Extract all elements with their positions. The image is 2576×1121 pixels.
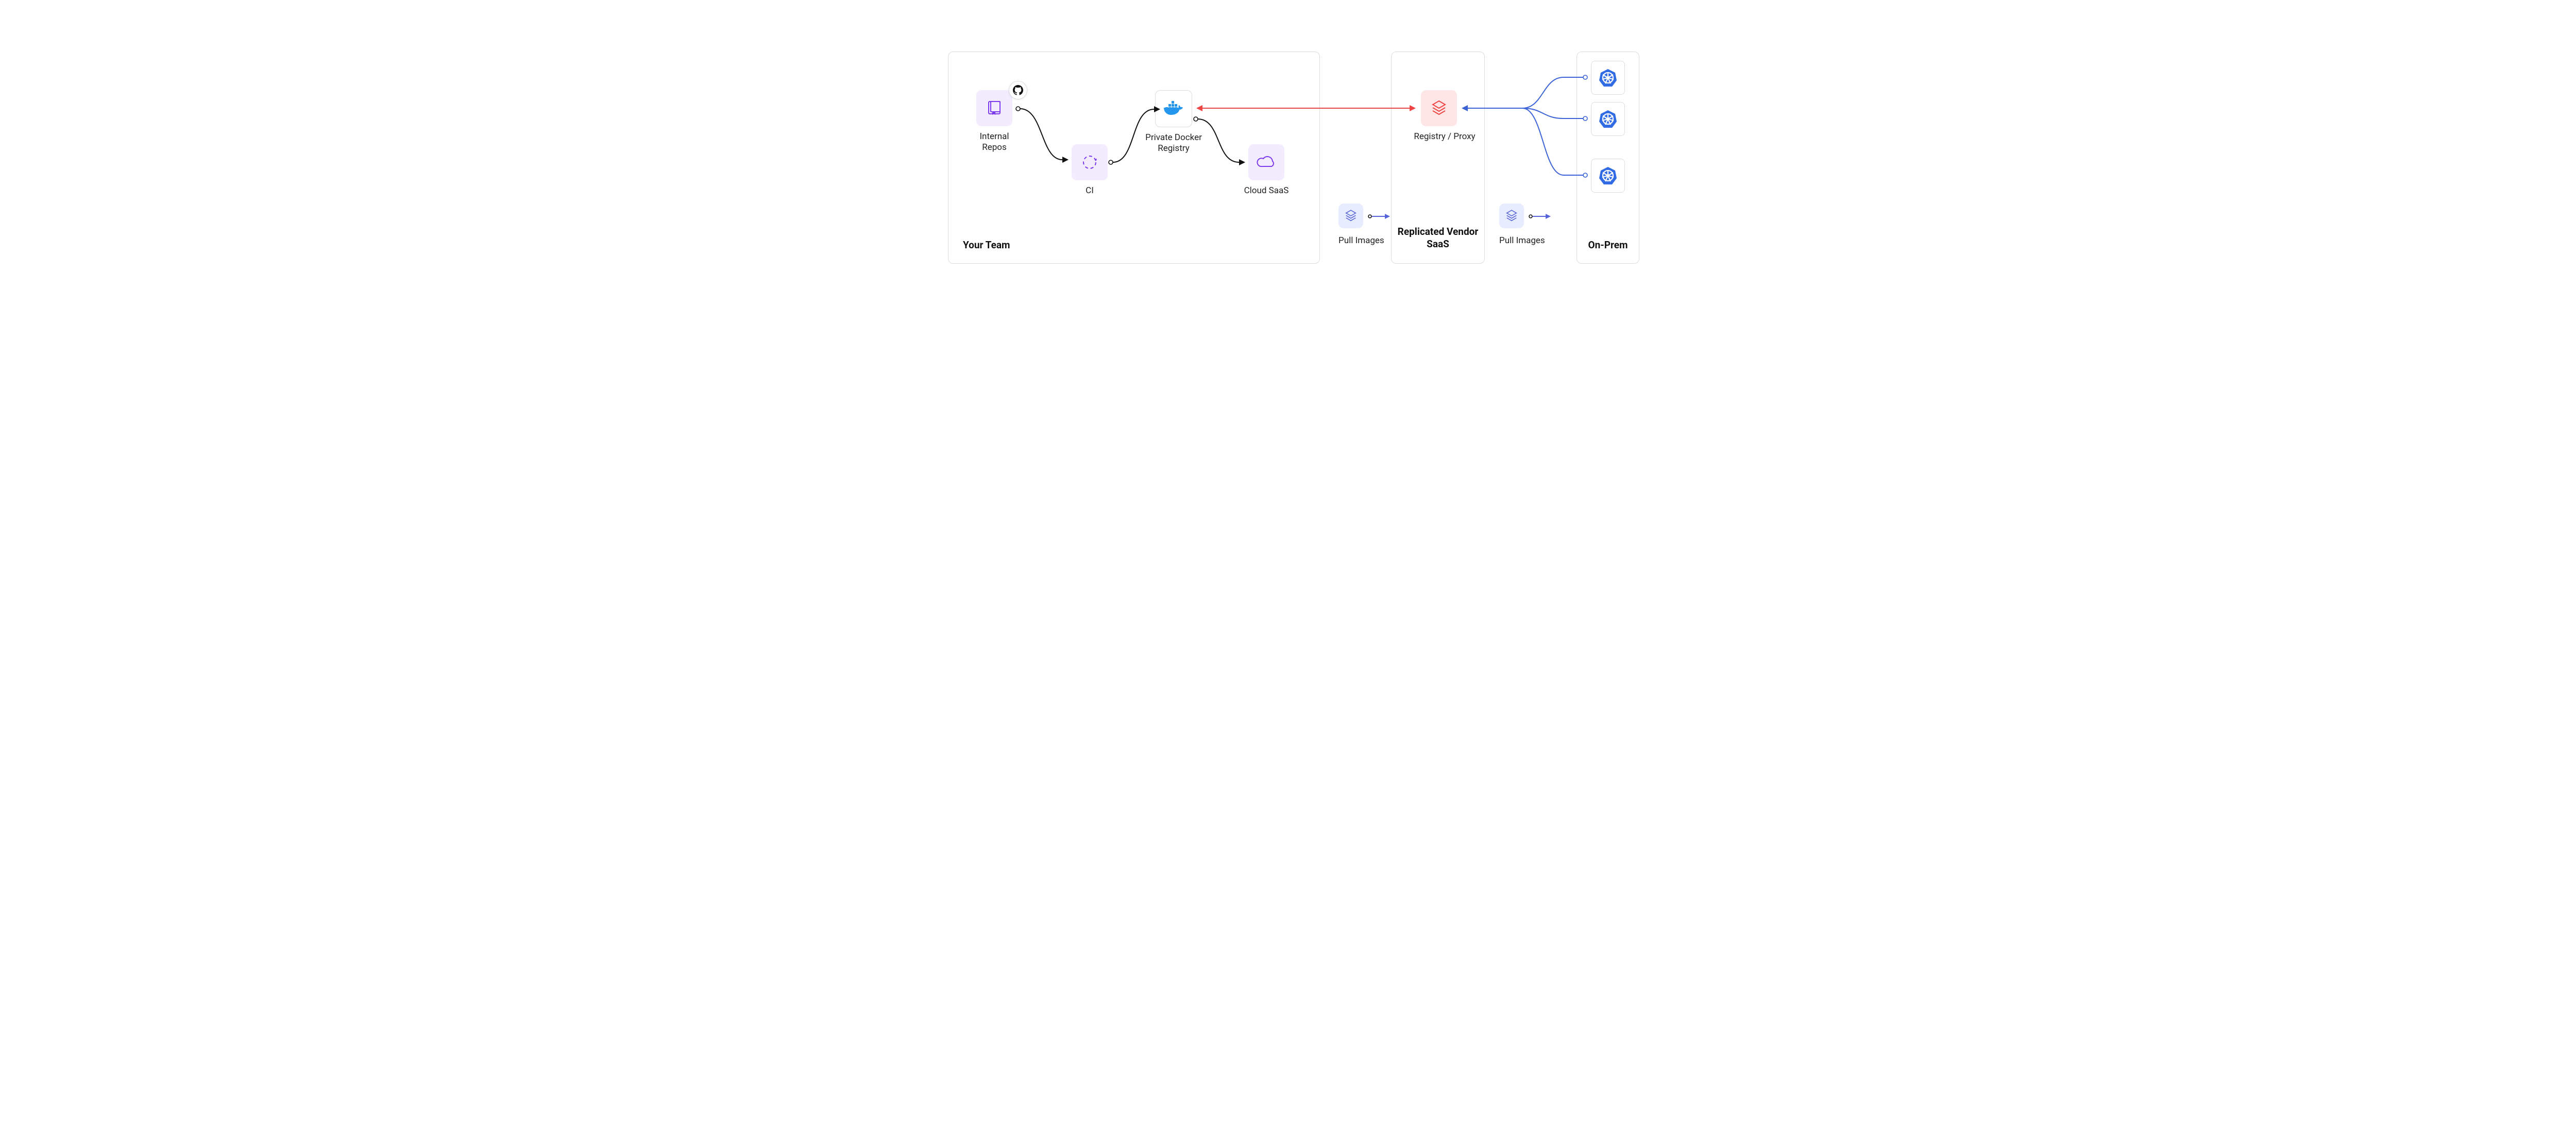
docker-tile — [1155, 90, 1192, 127]
layers-icon-blue-1 — [1344, 209, 1358, 223]
kubernetes-icon-2 — [1598, 109, 1618, 129]
pull1-tile — [1338, 203, 1363, 228]
ci-label: CI — [1066, 185, 1113, 196]
panel-title-vendor-saas: Replicated Vendor SaaS — [1392, 226, 1484, 251]
layers-icon-red — [1430, 99, 1448, 117]
legend-pull-images-2: Pull Images — [1499, 203, 1556, 246]
ci-tile — [1072, 144, 1108, 180]
saas-label: Cloud SaaS — [1235, 185, 1297, 196]
k8s-cluster-2 — [1591, 102, 1625, 136]
panel-vendor-saas: Replicated Vendor SaaS — [1391, 52, 1485, 264]
cloud-icon — [1256, 155, 1277, 169]
node-registry-proxy: Registry / Proxy — [1414, 90, 1486, 142]
panel-title-on-prem: On-Prem — [1572, 239, 1644, 251]
pull2-tile — [1499, 203, 1524, 228]
kubernetes-icon-3 — [1598, 165, 1618, 186]
pull2-arrow — [1528, 213, 1552, 220]
layers-icon-blue-2 — [1504, 209, 1519, 223]
proxy-label: Registry / Proxy — [1403, 131, 1486, 142]
docker-label: Private Docker Registry — [1138, 132, 1210, 155]
k8s-cluster-1 — [1591, 61, 1625, 95]
proxy-tile — [1421, 90, 1457, 126]
repos-tile — [976, 90, 1012, 126]
pull2-label: Pull Images — [1499, 235, 1556, 246]
saas-tile — [1248, 144, 1284, 180]
node-ci: CI — [1066, 144, 1113, 196]
docker-icon — [1162, 100, 1185, 117]
node-internal-repos: Internal Repos — [969, 90, 1020, 154]
repos-label: Internal Repos — [969, 131, 1020, 154]
ci-icon — [1080, 153, 1099, 172]
pull1-label: Pull Images — [1338, 235, 1395, 246]
node-cloud-saas: Cloud SaaS — [1235, 144, 1297, 196]
panel-title-your-team: Your Team — [963, 239, 1010, 251]
k8s-cluster-3 — [1591, 159, 1625, 193]
kubernetes-icon-1 — [1598, 67, 1618, 88]
diagram-canvas: Your Team Replicated Vendor SaaS On-Prem… — [896, 0, 1680, 319]
repos-icon — [985, 99, 1004, 117]
legend-pull-images-1: Pull Images — [1338, 203, 1395, 246]
github-icon — [1013, 85, 1023, 95]
pull1-arrow — [1367, 213, 1391, 220]
node-docker-registry: Private Docker Registry — [1138, 90, 1210, 155]
github-badge — [1009, 81, 1027, 99]
